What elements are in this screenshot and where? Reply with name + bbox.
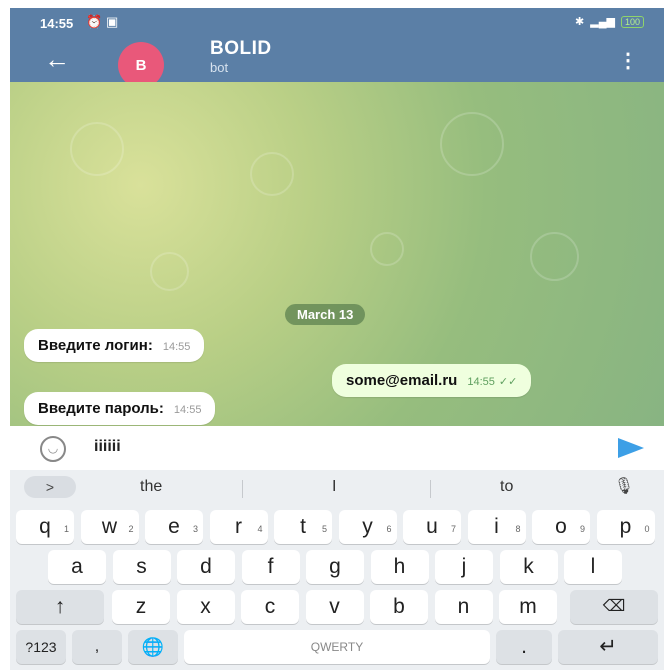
message-outgoing[interactable]: some@email.ru 14:55 ✓✓ — [332, 364, 532, 397]
avatar-letter: B — [135, 56, 147, 74]
key-y[interactable]: y6 — [338, 510, 397, 544]
key-hint: 7 — [450, 524, 456, 534]
comma-key[interactable]: , — [72, 630, 122, 664]
suggestion-word[interactable]: the — [140, 478, 162, 496]
key-hint: 4 — [257, 524, 263, 534]
status-time: 14:55 — [40, 16, 74, 31]
suggestion-divider — [242, 480, 243, 498]
space-key[interactable]: QWERTY — [184, 630, 490, 664]
key-hint: 8 — [515, 524, 521, 534]
key-l[interactable]: l — [564, 550, 622, 584]
phone-screen: 14:55 ⏰ ▣ ✱ ▂▄▆ 100 ← B BOLID bot ⋮ Marc… — [10, 8, 664, 670]
key-x[interactable]: x — [176, 590, 235, 624]
emoji-icon[interactable]: ◡ — [40, 436, 66, 462]
key-z[interactable]: z — [112, 590, 170, 624]
suggestion-divider — [430, 480, 431, 498]
message-incoming[interactable]: Введите пароль: 14:55 — [24, 392, 216, 425]
globe-icon[interactable]: 🌐 — [128, 630, 178, 664]
signal-icon: ▂▄▆ — [590, 16, 615, 28]
key-s[interactable]: s — [112, 550, 171, 584]
chat-subtitle: bot — [210, 60, 229, 75]
status-right: ✱ ▂▄▆ 100 — [575, 15, 644, 28]
key-hint: 5 — [321, 524, 327, 534]
chat-title[interactable]: BOLID — [210, 38, 272, 60]
symbols-key[interactable]: ?123 — [16, 630, 66, 664]
suggestion-word[interactable]: I — [332, 478, 336, 496]
wallpaper-doodle — [150, 252, 189, 291]
key-hint: 1 — [63, 524, 69, 534]
status-bar: 14:55 ⏰ ▣ ✱ ▂▄▆ 100 — [10, 8, 664, 36]
key-c[interactable]: c — [241, 590, 299, 624]
wallpaper-doodle — [370, 232, 404, 266]
battery-icon: 100 — [620, 15, 644, 28]
message-text: some@email.ru — [346, 372, 458, 389]
key-h[interactable]: h — [370, 550, 429, 584]
expand-chevron-icon[interactable]: > — [24, 476, 76, 498]
message-time: 14:55 — [467, 376, 495, 388]
enter-key-icon[interactable]: ↵ — [558, 630, 658, 664]
alarm-icon: ⏰ — [86, 14, 103, 29]
key-a[interactable]: a — [48, 550, 106, 584]
message-time: 14:55 — [173, 404, 202, 416]
wallpaper-doodle — [70, 122, 124, 176]
send-icon[interactable] — [618, 438, 644, 458]
date-separator: March 13 — [285, 304, 366, 325]
key-v[interactable]: v — [305, 590, 364, 624]
suggestion-word[interactable]: to — [500, 478, 513, 496]
message-incoming[interactable]: Введите логин: 14:55 — [24, 329, 205, 362]
key-k[interactable]: k — [499, 550, 558, 584]
message-input[interactable]: iiiiii — [94, 438, 121, 456]
microphone-icon[interactable]: 🎙 — [614, 476, 634, 496]
message-input-bar: ◡ iiiiii — [10, 426, 664, 470]
key-e[interactable]: e3 — [145, 510, 203, 544]
key-hint: 0 — [644, 524, 650, 534]
key-j[interactable]: j — [435, 550, 493, 584]
key-hint: 9 — [579, 524, 585, 534]
wallpaper-doodle — [530, 232, 579, 281]
key-n[interactable]: n — [434, 590, 493, 624]
key-m[interactable]: m — [499, 590, 557, 624]
key-q[interactable]: q1 — [16, 510, 74, 544]
back-arrow-icon[interactable]: ← — [44, 46, 70, 72]
wallpaper-doodle — [250, 152, 294, 196]
message-time: 14:55 — [162, 341, 191, 353]
more-vertical-icon[interactable]: ⋮ — [618, 48, 638, 73]
key-u[interactable]: u7 — [403, 510, 461, 544]
key-hint: 2 — [128, 524, 134, 534]
period-key[interactable]: . — [496, 630, 552, 664]
key-d[interactable]: d — [177, 550, 235, 584]
key-t[interactable]: t5 — [274, 510, 332, 544]
message-text: Введите пароль: — [38, 400, 164, 417]
key-g[interactable]: g — [306, 550, 364, 584]
chat-area[interactable]: March 13 Введите логин: 14:55 some@email.… — [10, 82, 664, 426]
shift-key-icon[interactable]: ↑ — [16, 590, 104, 624]
suggestion-strip: > the I to 🎙 — [10, 470, 664, 504]
key-r[interactable]: r4 — [209, 510, 268, 544]
bluetooth-icon: ✱ — [575, 16, 585, 28]
keyboard: > the I to 🎙 q1w2e3r4t5y6u7i8o9p0 asdfgh… — [10, 470, 664, 670]
key-i[interactable]: i8 — [467, 510, 526, 544]
key-b[interactable]: b — [370, 590, 428, 624]
message-text: Введите логин: — [38, 337, 153, 354]
key-hint: 6 — [386, 524, 392, 534]
key-hint: 3 — [192, 524, 198, 534]
key-p[interactable]: p0 — [596, 510, 655, 544]
backspace-key-icon[interactable]: ⌫ — [570, 590, 658, 624]
key-w[interactable]: w2 — [80, 510, 139, 544]
key-f[interactable]: f — [241, 550, 300, 584]
key-o[interactable]: o9 — [532, 510, 590, 544]
wallpaper-doodle — [440, 112, 504, 176]
notification-icon: ▣ — [106, 14, 119, 29]
read-checkmarks-icon: ✓✓ — [498, 376, 518, 388]
